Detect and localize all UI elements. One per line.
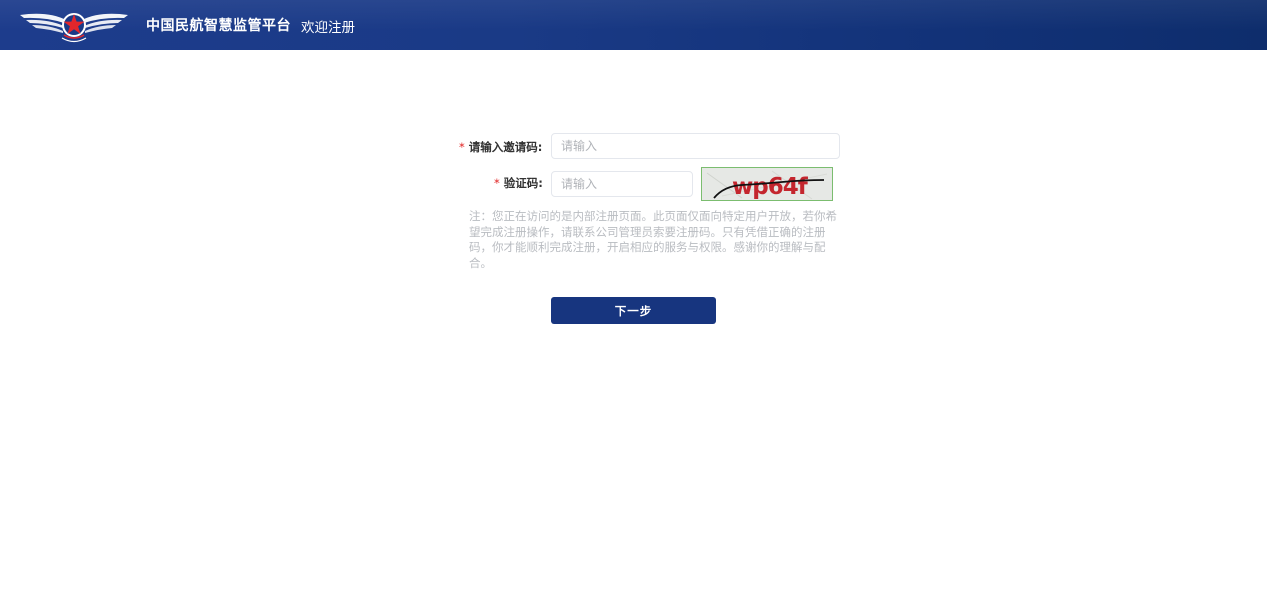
captcha-graphic: wp64f [702, 168, 832, 200]
top-header-bar: 中国民航智慧监管平台 欢迎注册 [0, 0, 1267, 50]
invite-code-input[interactable] [551, 133, 840, 159]
captcha-label: * 验证码: [494, 175, 543, 191]
civil-aviation-logo-icon[interactable] [18, 3, 130, 47]
site-title: 中国民航智慧监管平台 [146, 18, 291, 34]
captcha-label-text: 验证码: [503, 176, 543, 190]
captcha-input[interactable] [551, 171, 693, 197]
page-subtitle: 欢迎注册 [301, 20, 355, 36]
invite-code-label-text: 请输入邀请码: [468, 140, 543, 154]
required-mark: * [494, 176, 500, 190]
registration-note: 注：您正在访问的是内部注册页面。此页面仅面向特定用户开放，若你希望完成注册操作，… [469, 209, 837, 270]
invite-code-label: * 请输入邀请码: [459, 139, 542, 155]
captcha-image[interactable]: wp64f [701, 167, 833, 201]
next-step-button[interactable]: 下一步 [551, 297, 716, 324]
captcha-text: wp64f [732, 174, 809, 200]
required-mark: * [459, 140, 465, 154]
